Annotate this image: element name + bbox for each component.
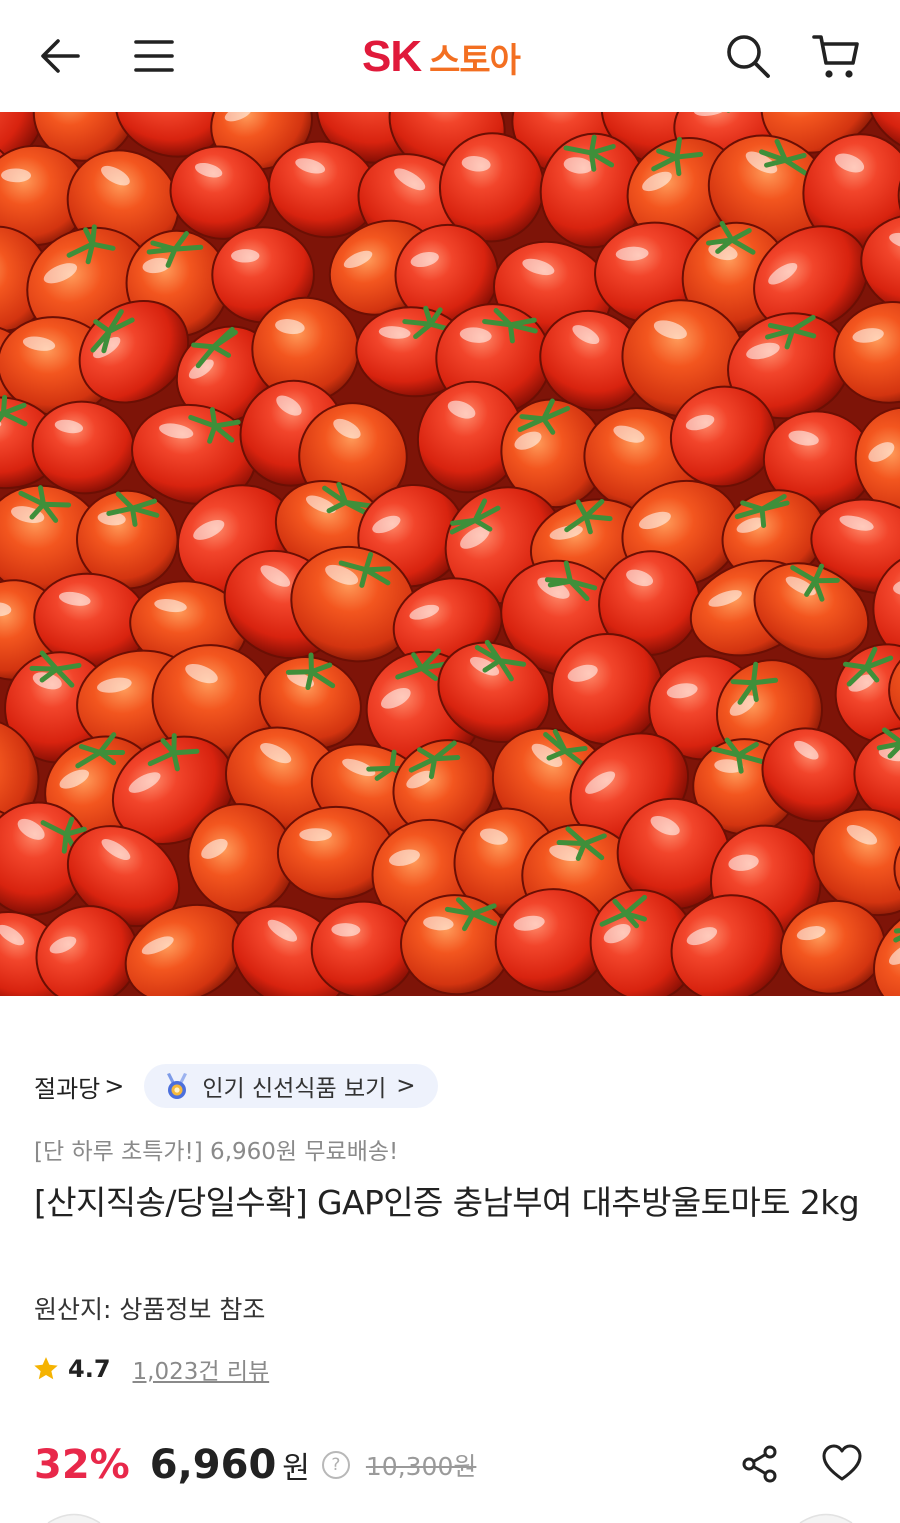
- origin-info: 원산지: 상품정보 참조: [34, 1295, 266, 1324]
- chevron-right-icon: >: [104, 1072, 125, 1100]
- share-button[interactable]: [736, 1440, 784, 1488]
- star-icon: [34, 1357, 58, 1380]
- hamburger-menu-icon: [134, 40, 174, 72]
- chip-label: 인기 신선식품 보기: [202, 1076, 387, 1102]
- search-button[interactable]: [720, 28, 776, 84]
- discount-rate: 32%: [34, 1442, 130, 1488]
- review-count-link[interactable]: 1,023건 리뷰: [133, 1352, 270, 1386]
- bottom-fab-edges: [47, 1513, 853, 1523]
- rating-row: 4.7 1,023건 리뷰: [32, 1352, 269, 1386]
- top-app-bar: SK 스토아: [0, 0, 900, 112]
- product-image-carousel[interactable]: 1 5: [0, 112, 900, 996]
- sk-stoa-logo[interactable]: SK 스토아: [362, 32, 521, 82]
- back-button[interactable]: [32, 28, 88, 84]
- seller-row: 절과당 > 인기 신선식품 보기 >: [34, 1063, 438, 1109]
- menu-button[interactable]: [126, 28, 182, 84]
- wishlist-button[interactable]: [818, 1440, 866, 1488]
- search-icon: [727, 35, 770, 78]
- cart-button[interactable]: [808, 28, 864, 84]
- heart-icon: [822, 1444, 862, 1481]
- chevron-right-icon: >: [396, 1073, 416, 1099]
- logo-primary: SK: [362, 32, 422, 81]
- medal-icon: [167, 1073, 188, 1099]
- share-icon: [742, 1445, 777, 1483]
- product-photo-cherry-tomatoes: [0, 112, 900, 996]
- rating-value: 4.7: [68, 1355, 111, 1383]
- currency-unit: 원: [282, 1451, 310, 1486]
- price-row: 32% 6,960 원 ? 10,300원: [34, 1436, 476, 1494]
- promo-text: [단 하루 초특가!] 6,960원 무료배송!: [34, 1139, 399, 1165]
- sale-price: 6,960: [149, 1442, 277, 1488]
- seller-name: 절과당: [34, 1074, 101, 1103]
- original-price: 10,300원: [365, 1452, 477, 1481]
- product-title: [산지직송/당일수확] GAP인증 충남부여 대추방울토마토 2kg: [34, 1183, 860, 1222]
- seller-link[interactable]: 절과당 >: [34, 1069, 124, 1104]
- logo-secondary: 스토아: [429, 40, 521, 81]
- cart-icon: [812, 35, 859, 78]
- price-help-button[interactable]: ?: [321, 1451, 350, 1479]
- popular-fresh-food-chip[interactable]: 인기 신선식품 보기 >: [144, 1064, 438, 1108]
- back-arrow-icon: [41, 39, 80, 73]
